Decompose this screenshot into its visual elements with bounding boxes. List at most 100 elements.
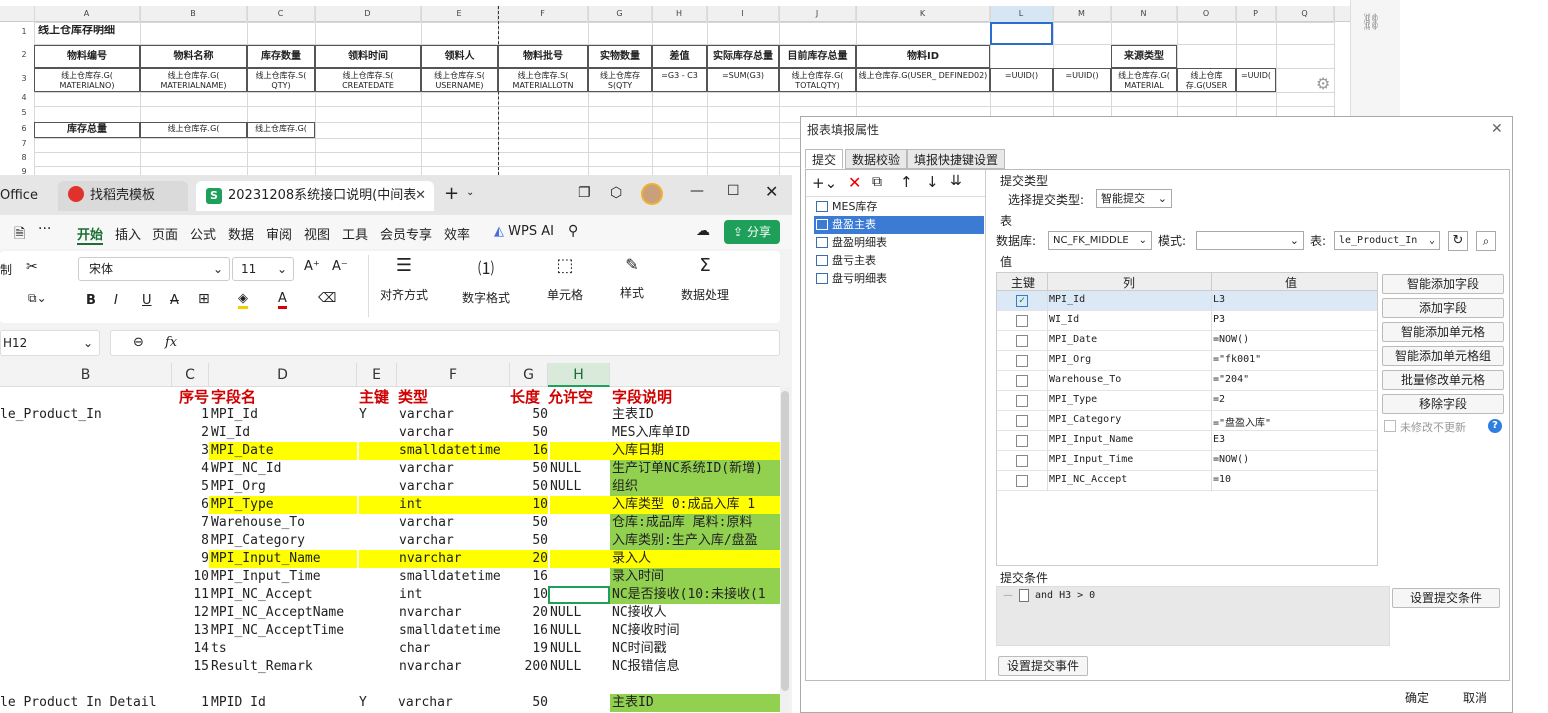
unchanged-checkbox[interactable]	[1384, 420, 1396, 432]
field-length[interactable]: 50	[510, 514, 548, 532]
formula-cell[interactable]: 线上仓库存.G( TOTALQTY)	[779, 68, 856, 92]
column-title-cell[interactable]: 目前库存总量	[779, 45, 856, 68]
row-header[interactable]: 7	[14, 139, 34, 148]
formula-cell[interactable]: 线上仓库存.G( MATERIALNAME)	[140, 68, 247, 92]
values-grid[interactable]: 主键 列 值 ✓ MPI_Id L3 WI_Id P3 MPI_Date =NOW() MPI…	[996, 272, 1378, 566]
primary-key[interactable]	[359, 550, 397, 568]
tab-office[interactable]: Office	[0, 181, 50, 211]
nullable[interactable]	[550, 514, 610, 532]
field-length[interactable]: 19	[510, 640, 548, 658]
formula-cell[interactable]: 线上仓库存.S( USERNAME)	[421, 68, 498, 92]
field-length[interactable]: 50	[510, 532, 548, 550]
smart-add-cell-button[interactable]: 智能添加单元格	[1382, 322, 1504, 342]
field-description[interactable]: 入库日期	[610, 442, 780, 460]
detail-cell[interactable]: 50	[510, 694, 548, 712]
column-title-cell[interactable]: 物料编号	[34, 45, 140, 68]
column-value[interactable]: ="204"	[1213, 374, 1249, 385]
number-format-group[interactable]: ⑴ 数字格式	[456, 255, 516, 306]
sheet-column-header-f[interactable]: F	[397, 363, 510, 387]
field-type[interactable]: varchar	[397, 532, 510, 550]
menu-wps-ai[interactable]: ◭ WPS AI	[494, 224, 554, 239]
column-header-e[interactable]: E	[421, 6, 498, 22]
column-title-cell[interactable]: 领料时间	[315, 45, 421, 68]
column-title-cell[interactable]: 物料批号	[498, 45, 588, 68]
copy-icon[interactable]: ⧉⌄	[28, 291, 47, 306]
maximize-icon[interactable]: ☐	[727, 183, 740, 199]
total-formula-cell[interactable]: 线上仓库存.G(	[140, 122, 247, 138]
primary-key[interactable]	[359, 586, 397, 604]
field-name[interactable]: MPI_NC_Accept	[209, 586, 357, 604]
selected-cell[interactable]	[990, 22, 1053, 45]
row-number[interactable]: 4	[172, 460, 209, 478]
row-header[interactable]: 8	[14, 153, 34, 162]
style-group[interactable]: ✎ 样式	[612, 255, 652, 301]
active-cell[interactable]	[548, 586, 610, 604]
values-grid-row[interactable]: MPI_NC_Accept =10	[997, 471, 1377, 491]
nullable[interactable]: NULL	[550, 658, 610, 676]
detail-cell[interactable]: varchar	[398, 694, 510, 712]
sheet-column-header-c[interactable]: C	[172, 363, 209, 387]
field-length[interactable]: 16	[510, 568, 548, 586]
primary-key-checkbox[interactable]	[1016, 415, 1028, 427]
field-name[interactable]: WPI_NC_Id	[209, 460, 357, 478]
sheet-column-header-g[interactable]: G	[510, 363, 548, 387]
smart-add-field-button[interactable]: 智能添加字段	[1382, 274, 1504, 294]
column-title-cell[interactable]: 差值	[652, 45, 707, 68]
field-description[interactable]: 组织	[610, 478, 780, 496]
submit-type-select[interactable]: 智能提交 ⌄	[1096, 189, 1172, 208]
cloud-upload-icon[interactable]: ☁	[696, 223, 710, 239]
sheet-column-header-b[interactable]: B	[0, 363, 172, 387]
field-type[interactable]: int	[397, 586, 510, 604]
column-header-q[interactable]: Q	[1276, 6, 1334, 22]
values-grid-row[interactable]: ✓ MPI_Id L3	[997, 291, 1377, 311]
save-icon[interactable]: 🗎	[14, 223, 25, 247]
cell-group[interactable]: ⬚ 单元格	[540, 255, 590, 303]
nullable[interactable]	[550, 568, 610, 586]
column-value[interactable]: E3	[1213, 434, 1225, 445]
wps-sheet[interactable]: B C D E F G H 序号 字段名 主键 类型 长度 允许空 字段说明 le_Product_In 1 M…	[0, 363, 790, 713]
field-description[interactable]: 主表ID	[610, 406, 780, 424]
add-field-button[interactable]: 添加字段	[1382, 298, 1504, 318]
field-name[interactable]: MPI_NC_AcceptTime	[209, 622, 357, 640]
underline-icon[interactable]: U	[142, 293, 152, 308]
grow-font-icon[interactable]: A⁺	[304, 259, 320, 274]
cell-reference-box[interactable]: H12 ⌄	[0, 330, 100, 356]
align-group[interactable]: ☰ 对齐方式	[374, 255, 434, 303]
values-grid-row[interactable]: MPI_Org ="fk001"	[997, 351, 1377, 371]
primary-key[interactable]	[359, 532, 397, 550]
tab-submit[interactable]: 提交	[805, 149, 844, 169]
column-header-p[interactable]: P	[1236, 6, 1276, 22]
tab-docer[interactable]: 找稻壳模板	[58, 181, 188, 211]
field-type[interactable]: nvarchar	[397, 604, 510, 622]
bold-icon[interactable]: B	[86, 293, 96, 308]
primary-key-checkbox[interactable]: ✓	[1016, 295, 1028, 307]
row-number[interactable]: 7	[172, 514, 209, 532]
menu-insert[interactable]: 插入	[115, 224, 141, 243]
primary-key-checkbox[interactable]	[1016, 395, 1028, 407]
zoom-icon[interactable]: ⊖	[133, 335, 144, 350]
scissors-icon[interactable]: ✂	[26, 259, 38, 275]
nullable[interactable]	[550, 532, 610, 550]
column-title-cell[interactable]: 来源类型	[1111, 45, 1177, 68]
set-event-button[interactable]: 设置提交事件	[998, 656, 1088, 676]
row-number[interactable]: 9	[172, 550, 209, 568]
cube-icon[interactable]: ⬡	[610, 185, 622, 201]
link-icon[interactable]: ⛓	[1361, 12, 1381, 32]
row-header[interactable]: 2	[14, 50, 34, 59]
field-name[interactable]: ts	[209, 640, 357, 658]
primary-key[interactable]	[359, 424, 397, 442]
browse-icon[interactable]: ⌕	[1476, 231, 1496, 251]
database-select[interactable]: NC_FK_MIDDLE ⌄	[1048, 231, 1152, 250]
column-header-a[interactable]: A	[34, 6, 140, 22]
column-title-cell[interactable]: 物料ID	[856, 45, 990, 68]
nullable[interactable]	[550, 496, 610, 514]
tree-item-loss-detail[interactable]: 盘亏明细表	[814, 270, 887, 288]
primary-key[interactable]	[359, 640, 397, 658]
formula-cell[interactable]: 线上仓库存 S(QTY	[588, 68, 652, 92]
primary-key[interactable]: Y	[359, 406, 397, 424]
sheet-header-cell[interactable]: 长度	[510, 388, 548, 406]
primary-key[interactable]	[359, 568, 397, 586]
field-type[interactable]: int	[397, 496, 510, 514]
cancel-button[interactable]: 取消	[1449, 689, 1501, 709]
close-tab-icon[interactable]: ✕	[415, 181, 426, 211]
